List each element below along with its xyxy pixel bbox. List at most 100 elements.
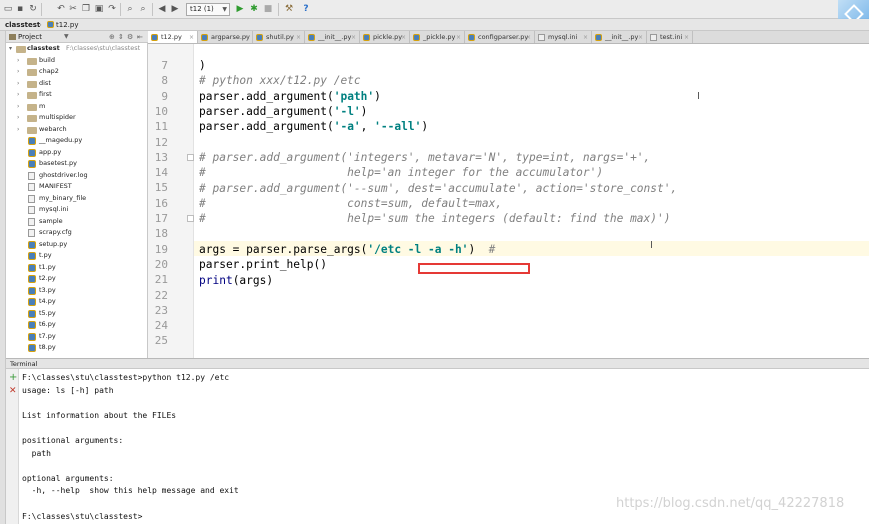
tree-item[interactable]: MANIFEST: [6, 181, 147, 193]
chevron-down-icon[interactable]: ▾: [9, 43, 12, 55]
tree-item[interactable]: setup.py: [6, 239, 147, 251]
python-file-icon: [28, 263, 36, 272]
folder-icon: [27, 80, 37, 88]
tree-item[interactable]: ghostdriver.log: [6, 170, 147, 182]
tree-item[interactable]: my_binary_file: [6, 193, 147, 205]
tree-item-label: setup.py: [39, 239, 68, 248]
code-editor[interactable]: ) # python xxx/t12.py /etc parser.add_ar…: [194, 44, 869, 358]
run-config-select[interactable]: t12 (1) ▼: [186, 3, 230, 16]
gear-icon[interactable]: ⚙: [127, 31, 133, 43]
close-icon[interactable]: ×: [456, 31, 461, 43]
tree-item[interactable]: app.py: [6, 147, 147, 159]
chevron-right-icon[interactable]: ›: [17, 112, 19, 124]
back-icon[interactable]: ◀: [156, 3, 168, 15]
forward-icon[interactable]: ▶: [169, 3, 181, 15]
close-icon[interactable]: ×: [351, 31, 356, 43]
folder-icon: [27, 69, 37, 76]
python-file-icon: [413, 34, 420, 41]
new-session-icon[interactable]: +: [9, 372, 17, 383]
run-icon[interactable]: ▶: [234, 3, 246, 15]
open-folder-icon[interactable]: ▭: [2, 3, 14, 15]
tree-item[interactable]: t6.py: [6, 319, 147, 331]
tree-item[interactable]: __magedu.py: [6, 135, 147, 147]
tree-item-label: t5.py: [39, 308, 56, 317]
stop-icon[interactable]: ■: [262, 3, 274, 15]
chevron-right-icon[interactable]: ›: [17, 78, 19, 90]
editor-tab[interactable]: shutil.py ×: [253, 31, 305, 43]
close-icon[interactable]: ×: [526, 31, 531, 43]
tree-item-label: basetest.py: [39, 159, 78, 167]
fold-marker-icon[interactable]: [187, 154, 194, 161]
locate-icon[interactable]: ⊕: [109, 31, 115, 43]
tree-item[interactable]: t8.py: [6, 342, 147, 354]
terminal-header[interactable]: Terminal: [6, 358, 869, 369]
settings-icon[interactable]: ⚒: [283, 3, 295, 15]
tree-item[interactable]: › m: [6, 101, 147, 113]
editor-tab-label: mysql.ini: [548, 33, 578, 41]
chevron-right-icon[interactable]: ›: [17, 101, 19, 113]
tree-item[interactable]: › dist: [6, 78, 147, 90]
line-number: 19: [154, 242, 168, 256]
editor-tab[interactable]: t12.py ×: [148, 31, 198, 43]
help-icon[interactable]: ?: [300, 3, 312, 15]
undo-icon[interactable]: ↶: [55, 3, 67, 15]
copy-icon[interactable]: ❐: [80, 3, 92, 15]
editor-tab[interactable]: __init__.py ×: [305, 31, 360, 43]
close-icon[interactable]: ×: [244, 31, 249, 43]
editor-tab[interactable]: argparse.py ×: [198, 31, 253, 43]
find-icon[interactable]: ⌕: [124, 3, 136, 15]
chevron-right-icon[interactable]: ›: [17, 89, 19, 101]
tree-item[interactable]: t.py: [6, 250, 147, 262]
tree-item[interactable]: › chap2: [6, 66, 147, 78]
editor-tab[interactable]: _pickle.py ×: [410, 31, 465, 43]
python-file-icon: [256, 34, 263, 41]
close-icon[interactable]: ×: [684, 31, 689, 43]
tree-item[interactable]: t4.py: [6, 296, 147, 308]
breadcrumb-project[interactable]: classtest: [2, 20, 43, 30]
editor-tab[interactable]: __init__.py ×: [592, 31, 647, 43]
close-icon[interactable]: ×: [583, 31, 588, 43]
save-icon[interactable]: ▪: [14, 3, 26, 15]
fold-marker-icon[interactable]: [187, 215, 194, 222]
tree-item[interactable]: mysql.ini: [6, 204, 147, 216]
close-icon[interactable]: ×: [401, 31, 406, 43]
tree-item[interactable]: › webarch: [6, 124, 147, 136]
sync-icon[interactable]: ↻: [27, 3, 39, 15]
close-icon[interactable]: ×: [638, 31, 643, 43]
close-icon[interactable]: ×: [296, 31, 301, 43]
collapse-icon[interactable]: ⇕: [118, 31, 124, 43]
tree-item[interactable]: scrapy.cfg: [6, 227, 147, 239]
redo-icon[interactable]: ↷: [106, 3, 118, 15]
chevron-right-icon[interactable]: ›: [17, 124, 19, 136]
tree-item[interactable]: › first: [6, 89, 147, 101]
hide-icon[interactable]: ⇤: [137, 31, 143, 43]
editor-tab[interactable]: configparser.py ×: [465, 31, 535, 43]
editor-tab[interactable]: pickle.py ×: [360, 31, 410, 43]
breadcrumb-file[interactable]: t12.py: [45, 20, 81, 30]
chevron-down-icon[interactable]: ▼: [64, 31, 69, 43]
close-icon[interactable]: ×: [189, 31, 194, 43]
tree-item[interactable]: t3.py: [6, 285, 147, 297]
chevron-right-icon[interactable]: ›: [17, 66, 19, 78]
cut-icon[interactable]: ✂: [67, 3, 79, 15]
tree-root[interactable]: ▾ classtest F:\classes\stu\classtest: [6, 43, 147, 55]
project-panel-title[interactable]: Project: [18, 31, 42, 43]
tree-item[interactable]: › build: [6, 55, 147, 67]
code-line-14: # help='an integer for the accumulator'): [199, 166, 604, 179]
line-number: 15: [154, 181, 168, 195]
tree-item[interactable]: basetest.py: [6, 158, 147, 170]
tree-item[interactable]: sample: [6, 216, 147, 228]
debug-icon[interactable]: ✱: [248, 3, 260, 15]
tree-item[interactable]: › multispider: [6, 112, 147, 124]
editor-tab[interactable]: mysql.ini ×: [535, 31, 592, 43]
tree-item[interactable]: t2.py: [6, 273, 147, 285]
editor-tab[interactable]: test.ini ×: [647, 31, 693, 43]
replace-icon[interactable]: ⌕: [137, 3, 149, 15]
tree-item[interactable]: t7.py: [6, 331, 147, 343]
paste-icon[interactable]: ▣: [93, 3, 105, 15]
tree-item[interactable]: t1.py: [6, 262, 147, 274]
close-session-icon[interactable]: ✕: [9, 386, 17, 396]
tree-item[interactable]: t5.py: [6, 308, 147, 320]
code-line-21: print(args): [199, 274, 274, 287]
chevron-right-icon[interactable]: ›: [17, 55, 19, 67]
